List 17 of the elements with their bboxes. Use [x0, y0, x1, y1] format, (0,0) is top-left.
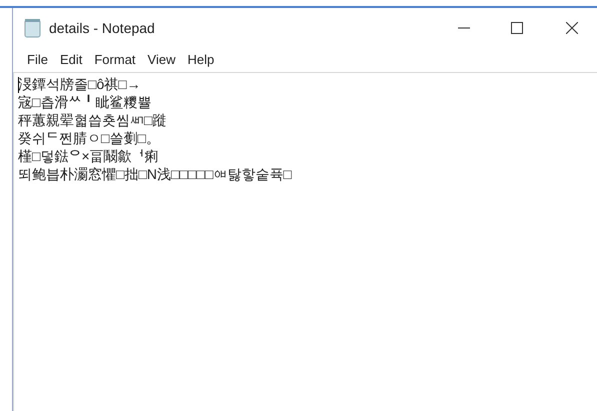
maximize-icon — [511, 22, 523, 34]
text-line: 秤蕙親翚혋씁춋씸ᄳ□蹝 — [18, 111, 166, 129]
menu-item[interactable]: Edit — [54, 50, 88, 70]
minimize-icon — [458, 27, 470, 29]
text-area[interactable]: 渂鐔석牓졸□ô祺□→ 宼□츱滑ᄊ╹眦鲨糭쁄 秤蕙親翚혋씁춋씸ᄳ□蹝 癸쉬ᄃ쩐腈ㅇ□쓸劐□。 槿□덯鍅ᄋ×畐鬫歙ᅥ痢 뙤鲍븝朴瀱窓懼□拙□N浅□□□□□ᅄ탏핳숱퓩□ — [13, 72, 597, 411]
text-line: 뙤鲍븝朴瀱窓懼□拙□N浅□□□□□ᅄ탏핳숱퓩□ — [18, 165, 292, 183]
menu-item[interactable]: File — [22, 50, 53, 70]
text-line: 癸쉬ᄃ쩐腈ㅇ□쓸劐□。 — [18, 129, 160, 147]
text-line: 槿□덯鍅ᄋ×畐鬫歙ᅥ痢 — [18, 147, 159, 165]
notepad-icon — [24, 18, 42, 38]
text-line: 宼□츱滑ᄊ╹眦鲨糭쁄 — [18, 93, 152, 111]
menu-item[interactable]: View — [142, 50, 180, 70]
close-icon — [566, 22, 578, 34]
menu-item[interactable]: Format — [89, 50, 141, 70]
menu-item[interactable]: Help — [182, 50, 220, 70]
text-line: 渂鐔석牓졸□ô祺□→ — [18, 75, 141, 93]
window-title: details - Notepad — [49, 18, 155, 38]
